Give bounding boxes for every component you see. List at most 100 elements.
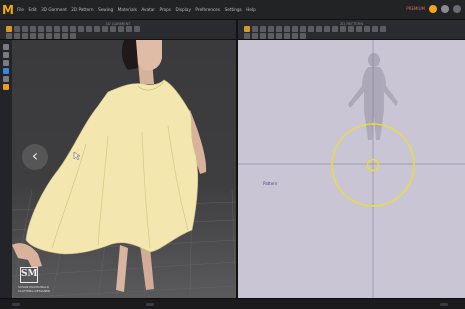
polygon-icon[interactable]	[260, 26, 266, 32]
check-sewing-icon[interactable]	[316, 26, 322, 32]
pattern-canvas	[238, 40, 465, 298]
menu-right-group: PREMIUM	[406, 5, 461, 13]
garment-3d-viewport[interactable]: ‹ SM SUSAN MACDONALD CLOTHING DESIGNER	[12, 40, 236, 298]
zoom-fit-icon[interactable]	[244, 33, 250, 39]
arrange-tool-icon[interactable]	[54, 26, 60, 32]
view-left-icon[interactable]	[22, 33, 28, 39]
view-front-icon[interactable]	[6, 33, 12, 39]
zipper-icon[interactable]	[332, 26, 338, 32]
garment-tool-row-2	[6, 33, 76, 39]
stress-map-icon[interactable]	[78, 26, 84, 32]
pattern-2d-viewport[interactable]: Pattern	[238, 40, 465, 298]
view-top-icon[interactable]	[38, 33, 44, 39]
avatar-toggle-icon[interactable]	[94, 26, 100, 32]
fit-map-icon[interactable]	[86, 26, 92, 32]
pattern-tool-row-2	[244, 33, 306, 39]
garment-display-icon[interactable]	[3, 84, 9, 90]
pin-view-icon[interactable]	[3, 68, 9, 74]
show-sewing-lines-icon[interactable]	[268, 33, 274, 39]
watermark-logo: SM	[20, 267, 38, 283]
garment-toolbar: 3D GARMENT	[0, 20, 236, 40]
menu-items: File Edit 3D Garment 2D Pattern Sewing M…	[17, 6, 260, 16]
grid-toggle-icon[interactable]	[46, 33, 52, 39]
pattern-name-label[interactable]: Pattern	[263, 181, 277, 186]
notification-icon[interactable]	[429, 5, 437, 13]
dart-icon[interactable]	[292, 26, 298, 32]
watermark-text: SUSAN MACDONALD CLOTHING DESIGNER	[18, 285, 63, 293]
view-back-icon[interactable]	[14, 33, 20, 39]
watermark: SM SUSAN MACDONALD CLOTHING DESIGNER	[18, 267, 63, 297]
graphic-icon[interactable]	[356, 26, 362, 32]
pin-tool-icon[interactable]	[22, 26, 28, 32]
show-avatar-2d-icon[interactable]	[260, 33, 266, 39]
internal-line-icon[interactable]	[284, 26, 290, 32]
camera-icon[interactable]	[118, 26, 124, 32]
menu-help[interactable]: Help	[246, 6, 260, 16]
app-logo: M	[2, 3, 14, 17]
more-pattern-tools-icon[interactable]	[380, 26, 386, 32]
light-icon[interactable]	[126, 26, 132, 32]
menu-bar: M File Edit 3D Garment 2D Pattern Sewing…	[0, 0, 465, 20]
edit-pattern-icon[interactable]	[252, 26, 258, 32]
segment-sewing-icon[interactable]	[300, 26, 306, 32]
fold-tool-icon[interactable]	[46, 26, 52, 32]
bottom-right-icon	[440, 303, 448, 306]
show-seam-allowance-icon[interactable]	[284, 33, 290, 39]
menu-file[interactable]: File	[17, 6, 29, 16]
zoom-view-icon[interactable]	[3, 60, 9, 66]
menu-avatar[interactable]: Avatar	[141, 6, 159, 16]
menu-sewing[interactable]: Sewing	[98, 6, 118, 16]
show-pattern-name-icon[interactable]	[292, 33, 298, 39]
bottom-center-icon	[146, 303, 154, 306]
more-tools-icon[interactable]	[134, 26, 140, 32]
free-sewing-icon[interactable]	[308, 26, 314, 32]
bottom-bar	[0, 298, 465, 309]
pattern-tool-row-1	[244, 26, 386, 32]
menu-settings[interactable]: Settings	[225, 6, 247, 16]
garment-tool-row-1	[6, 26, 140, 32]
menu-props[interactable]: Props	[160, 6, 176, 16]
button-tool-icon[interactable]	[324, 26, 330, 32]
hand-tool-icon[interactable]	[3, 44, 9, 50]
strain-map-icon[interactable]	[70, 26, 76, 32]
show-length-icon[interactable]	[300, 33, 306, 39]
menu-3d-garment[interactable]: 3D Garment	[41, 6, 71, 16]
user-icon[interactable]	[441, 5, 449, 13]
measure-tool-icon[interactable]	[62, 26, 68, 32]
ellipse-icon[interactable]	[276, 26, 282, 32]
tack-tool-icon[interactable]	[38, 26, 44, 32]
transform-pattern-icon[interactable]	[244, 26, 250, 32]
simulate-icon[interactable]	[30, 26, 36, 32]
menu-display[interactable]: Display	[175, 6, 195, 16]
license-status[interactable]: PREMIUM	[406, 5, 425, 13]
avatar-display-icon[interactable]	[3, 76, 9, 82]
pattern-toolbar: 2D PATTERN	[238, 20, 465, 40]
pattern-grid-icon[interactable]	[252, 33, 258, 39]
thickness-icon[interactable]	[70, 33, 76, 39]
avatar-left-leg	[116, 245, 128, 292]
help-icon[interactable]	[453, 5, 461, 13]
render-icon[interactable]	[110, 26, 116, 32]
menu-preferences[interactable]: Preferences	[195, 6, 224, 16]
avatar-with-garment	[12, 40, 207, 292]
view-right-icon[interactable]	[30, 33, 36, 39]
shaded-icon[interactable]	[62, 33, 68, 39]
wireframe-icon[interactable]	[54, 33, 60, 39]
select-tool-icon[interactable]	[6, 26, 12, 32]
topstitch-icon[interactable]	[340, 26, 346, 32]
back-arrow-icon[interactable]: ‹	[22, 144, 48, 170]
rectangle-icon[interactable]	[268, 26, 274, 32]
texture-edit-icon[interactable]	[348, 26, 354, 32]
menu-materials[interactable]: Materials	[118, 6, 142, 16]
texture-toggle-icon[interactable]	[102, 26, 108, 32]
rotate-view-icon[interactable]	[3, 52, 9, 58]
watermark-line-2: CLOTHING DESIGNER	[18, 288, 51, 293]
move-tool-icon[interactable]	[14, 26, 20, 32]
menu-edit[interactable]: Edit	[29, 6, 42, 16]
poncho-garment	[25, 79, 198, 255]
menu-2d-pattern[interactable]: 2D Pattern	[71, 6, 98, 16]
grading-icon[interactable]	[364, 26, 370, 32]
side-tool-strip	[0, 40, 12, 298]
show-grainline-icon[interactable]	[276, 33, 282, 39]
annotation-icon[interactable]	[372, 26, 378, 32]
